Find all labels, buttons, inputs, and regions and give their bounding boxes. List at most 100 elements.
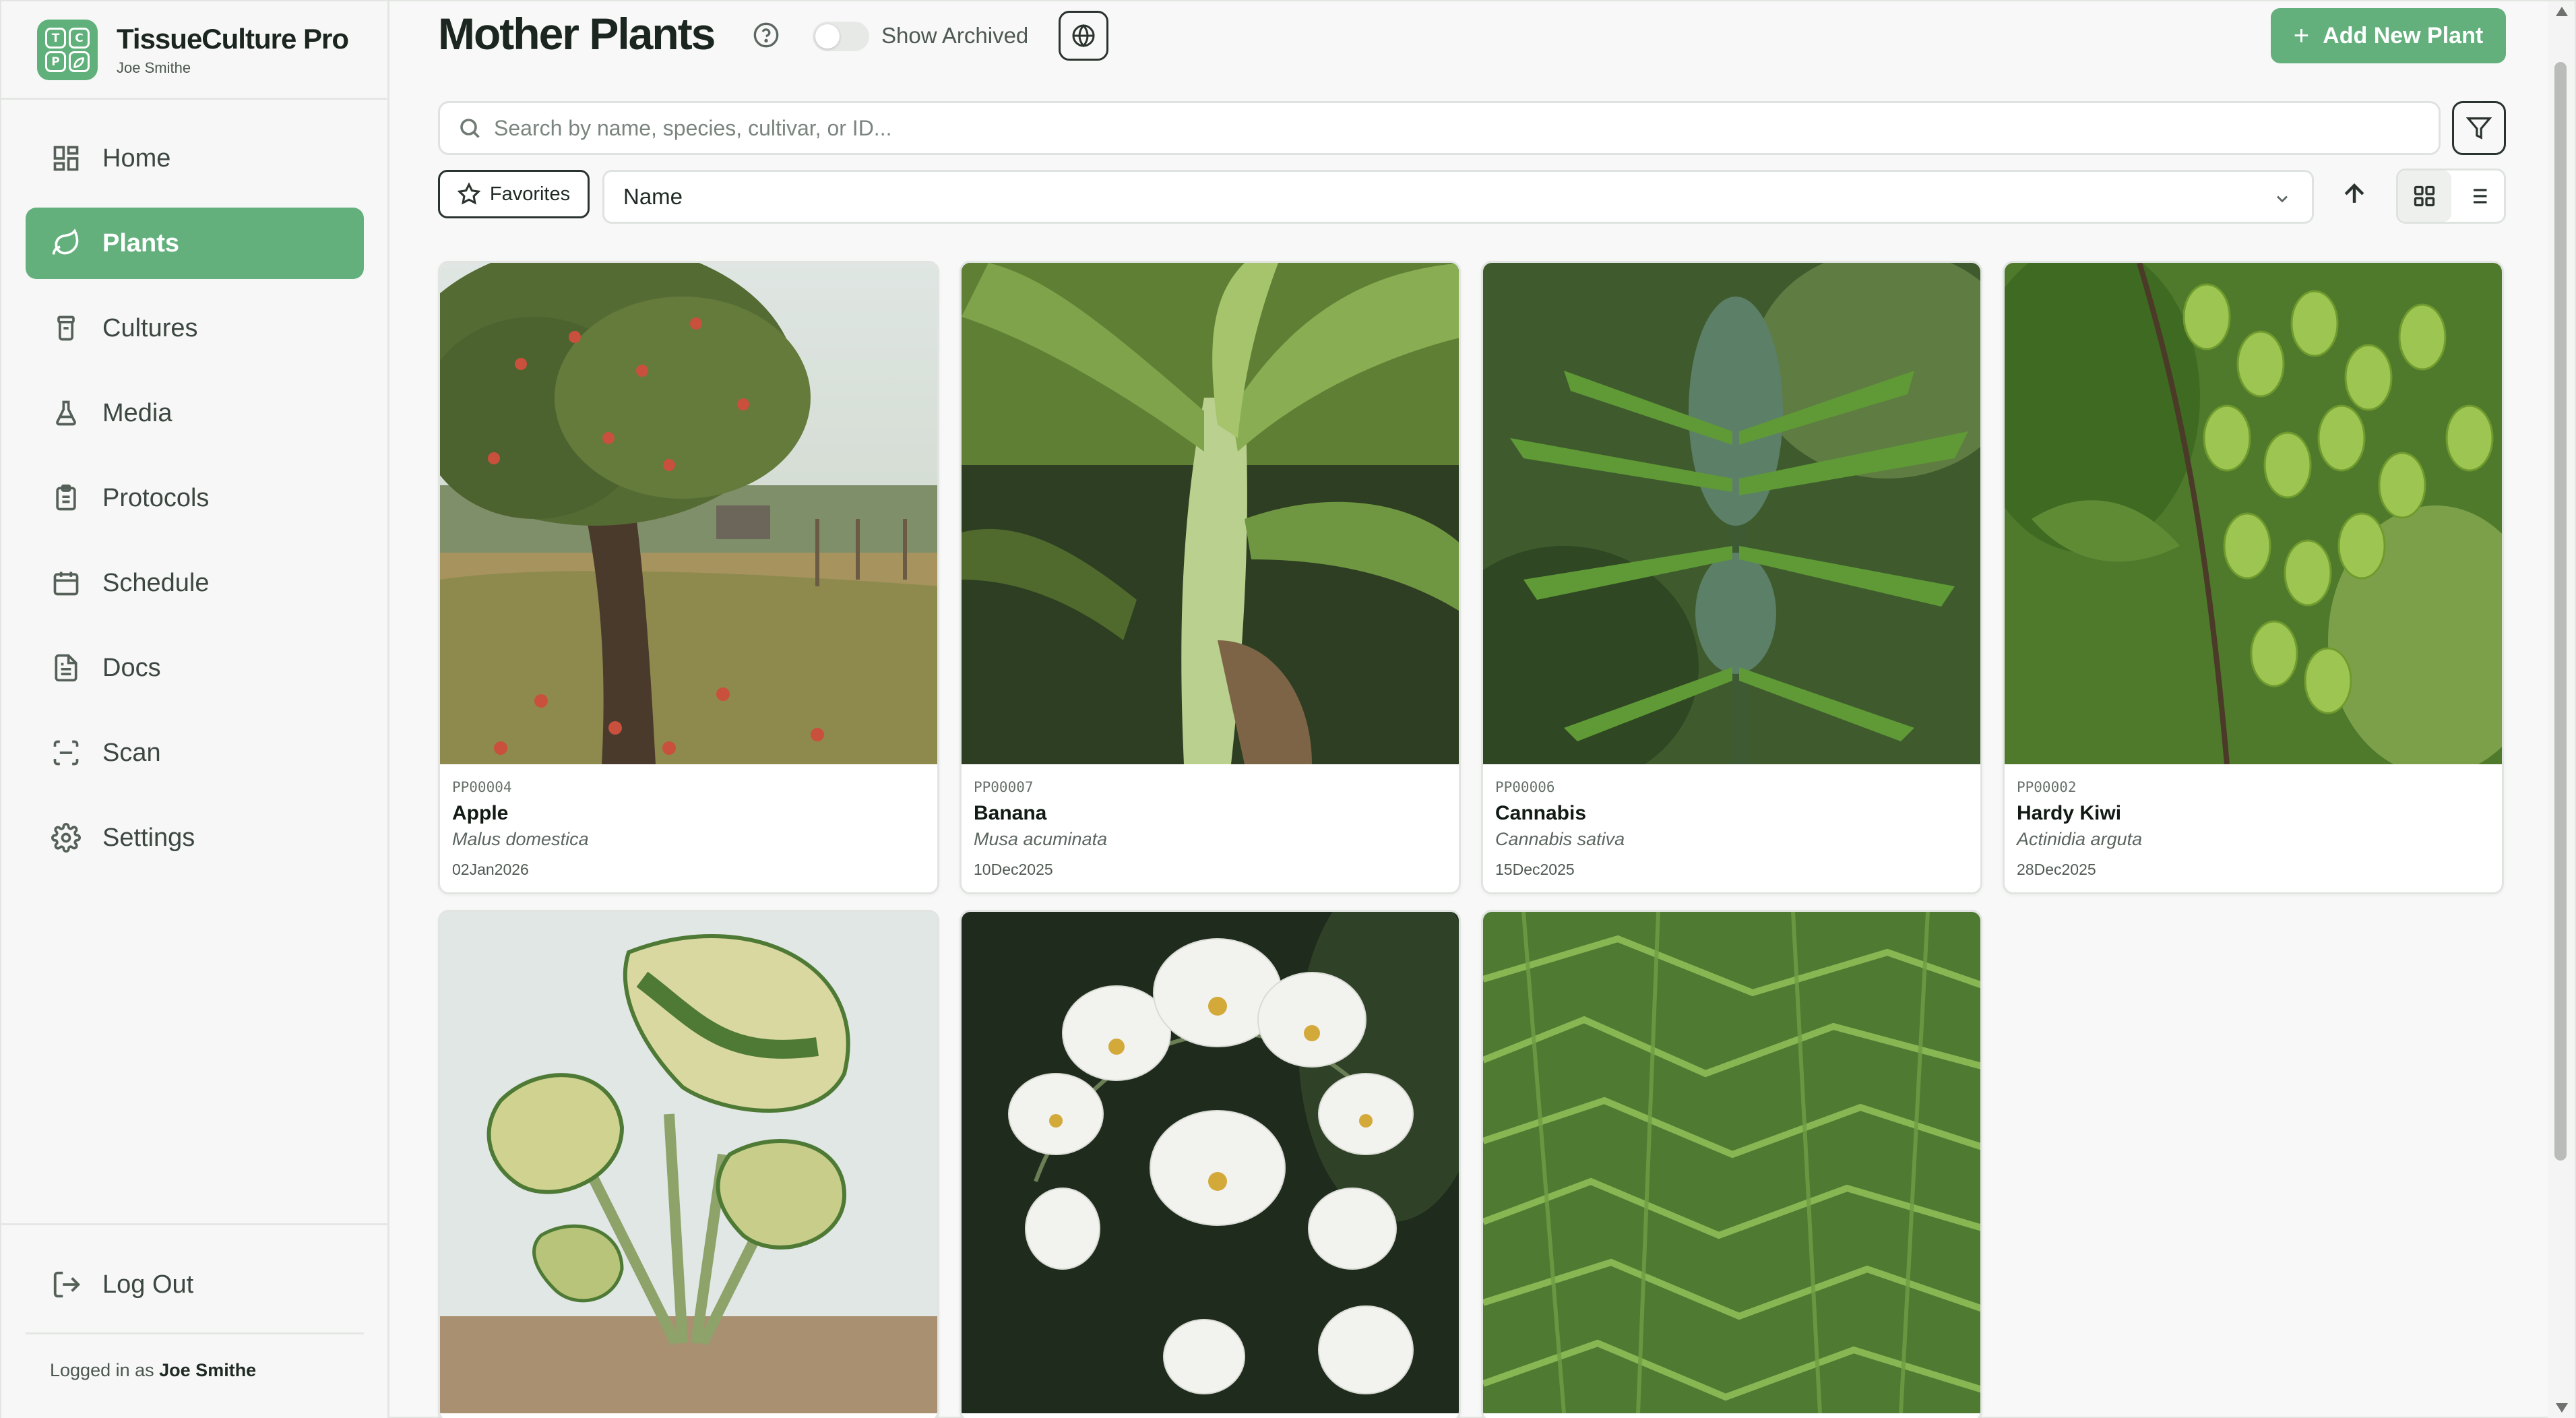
sidebar-item-label: Cultures [102,313,198,342]
divider [1,1223,389,1225]
plant-id: PP00002 [2017,779,2077,795]
plus-icon: + [2293,20,2310,51]
sidebar-item-label: Docs [102,653,161,682]
list-view-button[interactable] [2451,171,2505,222]
page-title: Mother Plants [438,9,716,59]
filter-button[interactable] [2452,101,2506,155]
sort-direction-button[interactable] [2339,179,2369,209]
plant-photo [962,912,1459,1413]
plant-date: 28Dec2025 [2017,861,2096,878]
sidebar-item-home[interactable]: Home [26,123,364,194]
sidebar: T C P TissueCulture Pro Joe Smithe Home … [1,1,389,1418]
app-user: Joe Smithe [117,59,191,76]
clipboard-icon [56,484,76,511]
plant-card[interactable] [1481,910,1982,1418]
star-icon [457,183,480,205]
sidebar-item-plants[interactable]: Plants [26,208,364,279]
plant-card[interactable]: PP00006 Cannabis Cannabis sativa 15Dec20… [1481,261,1982,894]
divider [1,98,389,100]
help-icon[interactable] [753,22,780,49]
app-window: T C P TissueCulture Pro Joe Smithe Home … [0,0,2576,1418]
sidebar-item-media[interactable]: Media [26,377,364,449]
plant-photo [962,263,1459,764]
toggle-knob [815,24,840,49]
sidebar-item-label: Media [102,398,172,427]
logout-label: Log Out [102,1270,194,1299]
favorites-label: Favorites [489,183,571,205]
document-icon [55,654,77,682]
plant-photo [440,263,937,764]
search-input[interactable] [494,115,2381,141]
plant-photo [1483,912,1980,1413]
sidebar-nav: Home Plants Cultures Media Protocols Sch… [26,123,364,887]
plant-date: 02Jan2026 [452,861,529,878]
add-button-label: Add New Plant [2323,22,2484,49]
search-bar [438,101,2441,155]
plant-name: Banana [974,802,1047,824]
plant-card[interactable] [960,910,1461,1418]
sidebar-item-schedule[interactable]: Schedule [26,547,364,619]
logo-letter: C [69,28,90,49]
plant-date: 15Dec2025 [1495,861,1575,878]
search-icon [460,119,480,138]
plant-photo [440,912,937,1413]
view-mode-toggle [2396,168,2506,224]
plant-id: PP00006 [1495,779,1555,795]
sidebar-item-cultures[interactable]: Cultures [26,292,364,364]
plant-name: Cannabis [1495,802,1587,824]
plant-photo [1483,263,1980,764]
show-archived-label: Show Archived [881,23,1029,48]
scan-icon [53,740,79,766]
sidebar-item-label: Schedule [102,568,210,597]
list-icon [2468,189,2487,204]
logout-button[interactable]: Log Out [26,1250,364,1320]
plant-species: Cannabis sativa [1495,829,1625,849]
sidebar-item-protocols[interactable]: Protocols [26,462,364,534]
plant-id: PP00007 [974,779,1034,795]
sort-select-value: Name [623,184,683,209]
language-button[interactable] [1059,11,1108,61]
scroll-down-arrow-icon[interactable] [2556,1403,2568,1413]
logged-in-status: Logged in as Joe Smithe [50,1360,256,1381]
calendar-icon [53,572,79,596]
leaf-icon [52,228,79,255]
logo-letter: P [45,51,66,72]
plant-species: Malus domestica [452,829,589,849]
plant-card[interactable] [438,910,939,1418]
sidebar-item-label: Plants [102,228,180,257]
sidebar-item-label: Protocols [102,483,210,512]
plant-photo [2005,263,2502,764]
flask-icon [56,400,76,426]
divider [26,1332,364,1334]
grid-view-button[interactable] [2398,171,2451,222]
sidebar-item-label: Scan [102,738,161,767]
show-archived-toggle[interactable] [813,22,869,51]
plant-name: Hardy Kiwi [2017,802,2122,824]
sidebar-item-label: Home [102,144,171,173]
main-content: Mother Plants Show Archived + Add New Pla… [391,1,2547,1418]
scroll-thumb[interactable] [2554,62,2567,1161]
logout-icon [53,1271,80,1298]
page-scrollbar[interactable] [2548,1,2575,1418]
app-name: TissueCulture Pro [117,23,349,55]
sidebar-item-settings[interactable]: Settings [26,802,364,873]
filter-icon [2466,117,2492,140]
grid-icon [2414,185,2435,207]
logged-in-user: Joe Smithe [159,1360,257,1380]
plant-card[interactable]: PP00002 Hardy Kiwi Actinidia arguta 28De… [2003,261,2504,894]
scroll-up-arrow-icon[interactable] [2556,7,2568,16]
plant-card[interactable]: PP00004 Apple Malus domestica 02Jan2026 [438,261,939,894]
sidebar-item-scan[interactable]: Scan [26,717,364,789]
plant-card[interactable]: PP00007 Banana Musa acuminata 10Dec2025 [960,261,1461,894]
sidebar-item-label: Settings [102,823,195,852]
plant-name: Apple [452,802,509,824]
sidebar-item-docs[interactable]: Docs [26,632,364,704]
sort-select[interactable]: Name [602,170,2314,224]
arrow-up-icon [2344,183,2364,203]
favorites-button[interactable]: Favorites [438,170,590,218]
brand[interactable]: T C P TissueCulture Pro Joe Smithe [37,20,349,80]
logged-in-prefix: Logged in as [50,1360,154,1380]
plant-date: 10Dec2025 [974,861,1053,878]
plant-id: PP00004 [452,779,512,795]
add-new-plant-button[interactable]: + Add New Plant [2271,8,2506,63]
